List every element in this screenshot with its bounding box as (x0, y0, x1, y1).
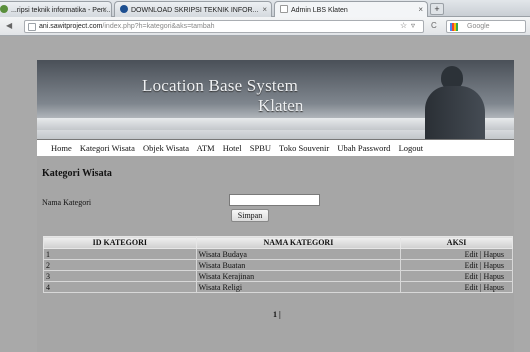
cell-name: Wisata Kerajinan (195, 270, 402, 282)
address-bar[interactable]: ani.sawitproject.com/index.php?h=kategor… (24, 20, 424, 33)
back-arrow-icon[interactable]: ◀ (6, 21, 12, 30)
search-engine-icon (450, 23, 458, 31)
site-favicon-icon (120, 5, 128, 13)
category-name-label: Nama Kategori (42, 198, 92, 207)
pagination[interactable]: 1 | (273, 310, 281, 319)
cell-actions: Edit | Hapus (400, 259, 513, 271)
banner-subtitle: Klaten (258, 96, 304, 115)
browser-navigation-bar: ◀ ani.sawitproject.com/index.php?h=kateg… (0, 17, 530, 36)
cell-actions: Edit | Hapus (400, 270, 513, 282)
main-menu: Home Kategori Wisata Objek Wisata ATM Ho… (37, 140, 514, 156)
dropdown-arrow-icon[interactable]: ▿ (411, 21, 415, 30)
delete-link[interactable]: Hapus (484, 261, 504, 270)
action-separator: | (479, 271, 482, 281)
table-row: 1 Wisata Budaya Edit | Hapus (43, 248, 513, 260)
table-header-row: ID KATEGORI NAMA KATEGORI AKSI (43, 236, 513, 249)
person-silhouette-body (425, 86, 485, 139)
table-row: 4 Wisata Religi Edit | Hapus (43, 281, 513, 293)
browser-tab[interactable]: ...ripsi teknik informatika - Pen... × (0, 1, 112, 17)
cell-name: Wisata Budaya (195, 248, 402, 260)
header-banner: Location Base System Klaten (37, 60, 514, 140)
cell-name: Wisata Religi (195, 281, 402, 293)
close-tab-icon[interactable]: × (418, 5, 423, 14)
cell-id: 3 (43, 270, 197, 282)
close-tab-icon[interactable]: × (102, 5, 107, 14)
column-header-action: AKSI (400, 236, 513, 249)
close-tab-icon[interactable]: × (262, 5, 267, 14)
search-engine-label: Google (467, 23, 490, 30)
menu-kategori-wisata[interactable]: Kategori Wisata (80, 143, 135, 153)
cell-id: 1 (43, 248, 197, 260)
browser-tab-bar: ...ripsi teknik informatika - Pen... × D… (0, 0, 530, 17)
cell-name: Wisata Buatan (195, 259, 402, 271)
menu-atm[interactable]: ATM (197, 143, 215, 153)
page-title: Kategori Wisata (42, 168, 112, 179)
content-area: Kategori Wisata Nama Kategori Simpan ID … (37, 156, 514, 352)
menu-logout[interactable]: Logout (399, 143, 424, 153)
save-button[interactable]: Simpan (231, 209, 269, 222)
url-path: /index.php?h=kategori&aks=tambah (102, 23, 215, 30)
action-separator: | (479, 260, 482, 270)
delete-link[interactable]: Hapus (484, 272, 504, 281)
cell-actions: Edit | Hapus (400, 281, 513, 293)
delete-link[interactable]: Hapus (484, 283, 504, 292)
banner-title: Location Base System (142, 76, 299, 95)
cell-id: 2 (43, 259, 197, 271)
menu-spbu[interactable]: SPBU (250, 143, 271, 153)
action-separator: | (479, 249, 482, 259)
page-icon (28, 23, 36, 31)
cell-actions: Edit | Hapus (400, 248, 513, 260)
column-header-name: NAMA KATEGORI (195, 236, 402, 249)
url-host: ani.sawitproject.com (39, 23, 103, 30)
reload-icon[interactable]: C (431, 21, 437, 30)
menu-home[interactable]: Home (51, 143, 72, 153)
page-favicon-icon (280, 5, 288, 13)
browser-tab-active[interactable]: Admin LBS Klaten × (274, 1, 428, 17)
category-table: ID KATEGORI NAMA KATEGORI AKSI 1 Wisata … (43, 236, 513, 293)
edit-link[interactable]: Edit (465, 283, 478, 292)
site-favicon-icon (0, 5, 8, 13)
column-header-id: ID KATEGORI (43, 236, 197, 249)
menu-hotel[interactable]: Hotel (223, 143, 242, 153)
search-bar[interactable]: Google (446, 20, 526, 33)
menu-toko-souvenir[interactable]: Toko Souvenir (279, 143, 329, 153)
cell-id: 4 (43, 281, 197, 293)
edit-link[interactable]: Edit (465, 272, 478, 281)
menu-ubah-password[interactable]: Ubah Password (337, 143, 390, 153)
new-tab-button[interactable]: + (430, 3, 444, 15)
table-row: 3 Wisata Kerajinan Edit | Hapus (43, 270, 513, 282)
category-name-input[interactable] (229, 194, 320, 206)
menu-objek-wisata[interactable]: Objek Wisata (143, 143, 189, 153)
bookmark-star-icon[interactable]: ☆ (400, 21, 407, 30)
edit-link[interactable]: Edit (465, 250, 478, 259)
table-row: 2 Wisata Buatan Edit | Hapus (43, 259, 513, 271)
browser-tab[interactable]: DOWNLOAD SKRIPSI TEKNIK INFOR... × (114, 1, 272, 17)
edit-link[interactable]: Edit (465, 261, 478, 270)
web-page: Location Base System Klaten Home Kategor… (37, 60, 514, 352)
action-separator: | (479, 282, 482, 292)
delete-link[interactable]: Hapus (484, 250, 504, 259)
